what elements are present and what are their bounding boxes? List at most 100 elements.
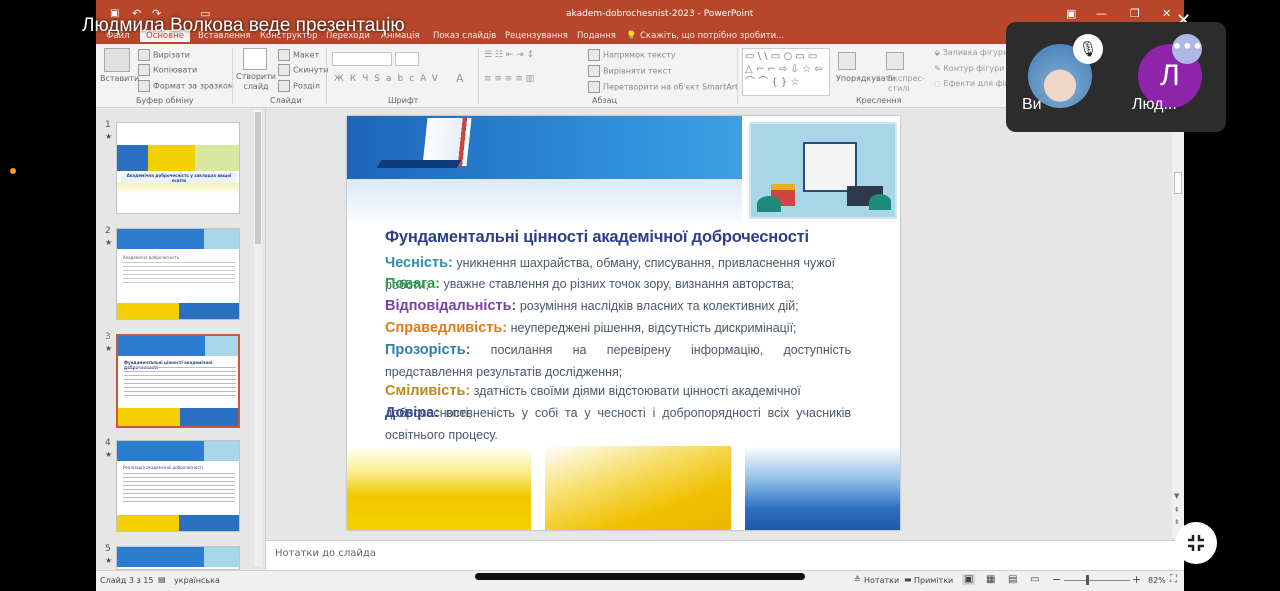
zoom-out-icon[interactable]: − bbox=[1052, 573, 1061, 586]
layout-label: Макет bbox=[293, 50, 320, 60]
font-name-input[interactable] bbox=[332, 52, 392, 66]
zoom-in-icon[interactable]: + bbox=[1132, 573, 1141, 586]
paste-button[interactable]: Вставити bbox=[100, 74, 139, 83]
fit-to-window-icon[interactable]: ⛶ bbox=[1170, 574, 1177, 585]
book-icon bbox=[422, 118, 472, 166]
close-window-icon[interactable]: ✕ bbox=[1162, 7, 1171, 20]
ribbon-display-icon[interactable]: ▣ bbox=[1066, 7, 1076, 20]
home-indicator[interactable] bbox=[475, 573, 805, 580]
exit-fullscreen-icon bbox=[1188, 535, 1204, 551]
slide-thumbnails-pane[interactable]: 1 ★ Академічна доброчесність у закладах … bbox=[96, 108, 266, 570]
thumb-title: Реалізація академічної доброчесності bbox=[123, 465, 203, 470]
value-item: Прозорість: посилання на перевірену інфо… bbox=[385, 339, 851, 382]
layout-button[interactable]: Макет bbox=[278, 49, 319, 61]
reading-view-icon[interactable]: ▤ bbox=[1008, 574, 1017, 585]
zoom-level[interactable]: 82% bbox=[1148, 576, 1166, 585]
zoom-slider[interactable] bbox=[1064, 580, 1130, 581]
current-slide[interactable]: Фундаментальні цінності академічної добр… bbox=[347, 116, 900, 530]
align-text-button[interactable]: Вирівняти текст bbox=[588, 65, 672, 77]
thumb-number: 4 bbox=[105, 438, 111, 448]
prev-slide-icon[interactable]: ⇞ bbox=[1174, 506, 1180, 514]
copy-button[interactable]: Копіювати bbox=[138, 64, 197, 76]
normal-view-icon[interactable]: ▣ bbox=[962, 574, 976, 585]
editor-scrollbar[interactable]: ▼ ⇞ ⇟ bbox=[1172, 108, 1184, 538]
slide-footer-decoration bbox=[347, 446, 900, 530]
thumb-number: 5 bbox=[105, 544, 111, 554]
restore-icon[interactable]: ❐ bbox=[1130, 7, 1140, 20]
open-book-shape bbox=[803, 142, 857, 192]
smartart-button[interactable]: Перетворити на об'єкт SmartArt bbox=[588, 81, 738, 93]
transition-star-icon: ★ bbox=[105, 556, 113, 565]
effects-icon: ◌ bbox=[934, 79, 944, 88]
cut-button[interactable]: Вирізати bbox=[138, 49, 190, 61]
copy-icon bbox=[138, 64, 150, 76]
reset-label: Скинути bbox=[293, 65, 329, 75]
thumb-title: Академічна доброчесність bbox=[123, 255, 179, 260]
value-term: Справедливість: bbox=[385, 320, 508, 336]
yellow-panel bbox=[545, 446, 731, 530]
divider bbox=[326, 48, 327, 104]
thumb-footer bbox=[117, 515, 239, 531]
font-format-buttons[interactable]: ЖКЧSabcAV bbox=[334, 74, 444, 84]
sorter-view-icon[interactable]: ▦ bbox=[986, 574, 995, 585]
font-color-icon[interactable]: A bbox=[456, 72, 464, 85]
shape-outline-button[interactable]: ✎ Контур фігури bbox=[934, 64, 1004, 73]
value-item: Повага: уважне ставлення до різних точок… bbox=[385, 273, 851, 296]
tab-review[interactable]: Рецензування bbox=[505, 31, 568, 41]
quick-styles-icon[interactable] bbox=[886, 52, 904, 70]
clipboard-group-label: Буфер обміну bbox=[136, 96, 194, 105]
tab-view[interactable]: Подання bbox=[577, 31, 616, 41]
zoom-slider-thumb[interactable] bbox=[1086, 575, 1089, 585]
thumb-text-lines bbox=[123, 262, 235, 286]
section-button[interactable]: Розділ bbox=[278, 80, 320, 92]
paste-icon[interactable] bbox=[104, 48, 130, 72]
notes-toggle[interactable]: Нотатки bbox=[864, 576, 899, 585]
more-horizontal-icon[interactable]: ••• bbox=[1172, 34, 1203, 64]
reset-button[interactable]: Скинути bbox=[278, 64, 328, 76]
shapes-gallery[interactable]: ▭ \ \ ▭ ○ ▭ ▭ △ ⌐ ⌐ ⇨ ⇩ ☆ ⇦ ⌒ ⌒ { } ☆ bbox=[742, 48, 830, 96]
value-text: розуміння наслідків власних та колективн… bbox=[519, 299, 799, 313]
notes-pane[interactable]: Нотатки до слайда bbox=[266, 540, 1184, 570]
list-buttons[interactable]: ☰ ☷ ⇤ ⇥ ↕ bbox=[484, 50, 534, 60]
slide-thumbnail-1[interactable]: Академічна доброчесність у закладах вищо… bbox=[116, 122, 240, 214]
text-direction-button[interactable]: Напрямок тексту bbox=[588, 49, 676, 61]
slide-thumbnail-3[interactable]: Фундаментальні цінності академічної добр… bbox=[116, 334, 240, 428]
language-label[interactable]: українська bbox=[174, 576, 220, 585]
scroll-down-icon[interactable]: ▼ bbox=[1174, 492, 1179, 500]
notes-placeholder[interactable]: Нотатки до слайда bbox=[275, 548, 376, 559]
notes-icon: ≙ bbox=[854, 575, 861, 584]
mic-off-icon: 🎙 bbox=[1073, 34, 1103, 64]
thumb-title: Академічна доброчесність у закладах вищо… bbox=[121, 173, 237, 183]
slide-thumbnail-5[interactable] bbox=[116, 546, 240, 570]
tell-me-box[interactable]: Скажіть, що потрібно зробити... bbox=[640, 31, 784, 41]
new-slide-button[interactable]: Створити слайд bbox=[236, 72, 276, 91]
divider bbox=[478, 48, 479, 104]
slideshow-view-icon[interactable]: ▭ bbox=[1030, 574, 1039, 585]
quick-styles-button[interactable]: Експрес-стилі bbox=[888, 74, 934, 93]
comments-toggle[interactable]: Примітки bbox=[914, 576, 953, 585]
slides-group-label: Слайди bbox=[270, 96, 302, 105]
slide-thumbnail-2[interactable]: Академічна доброчесність bbox=[116, 228, 240, 320]
value-term: Довіра: bbox=[385, 405, 440, 421]
align-buttons[interactable]: ≡ ≡ ≡ ≡ ▥ bbox=[484, 74, 534, 84]
paint-bucket-icon: ⬙ bbox=[934, 48, 943, 57]
exit-fullscreen-button[interactable] bbox=[1175, 522, 1217, 564]
section-label: Розділ bbox=[293, 81, 320, 91]
value-term: Прозорість: bbox=[385, 342, 471, 358]
new-slide-icon[interactable] bbox=[243, 48, 267, 70]
arrange-icon[interactable] bbox=[838, 52, 856, 70]
minimize-icon[interactable]: — bbox=[1096, 7, 1107, 20]
thumbnails-scroll-thumb[interactable] bbox=[255, 112, 261, 244]
arrange-button[interactable]: Упорядкувати bbox=[836, 74, 895, 83]
editor-scroll-thumb[interactable] bbox=[1174, 172, 1182, 194]
spellcheck-icon[interactable]: ▤ bbox=[158, 575, 166, 584]
tab-slideshow[interactable]: Показ слайдів bbox=[433, 31, 496, 41]
thumb-footer bbox=[117, 303, 239, 319]
format-painter-button[interactable]: Формат за зразком bbox=[138, 80, 234, 92]
font-size-input[interactable] bbox=[395, 52, 419, 66]
paragraph-group-label: Абзац bbox=[592, 96, 618, 105]
thumb-stripe bbox=[117, 183, 239, 195]
slide-thumbnail-4[interactable]: Реалізація академічної доброчесності bbox=[116, 440, 240, 532]
shape-fill-button[interactable]: ⬙ Заливка фігури bbox=[934, 48, 1008, 57]
thumb-footer bbox=[118, 408, 238, 426]
